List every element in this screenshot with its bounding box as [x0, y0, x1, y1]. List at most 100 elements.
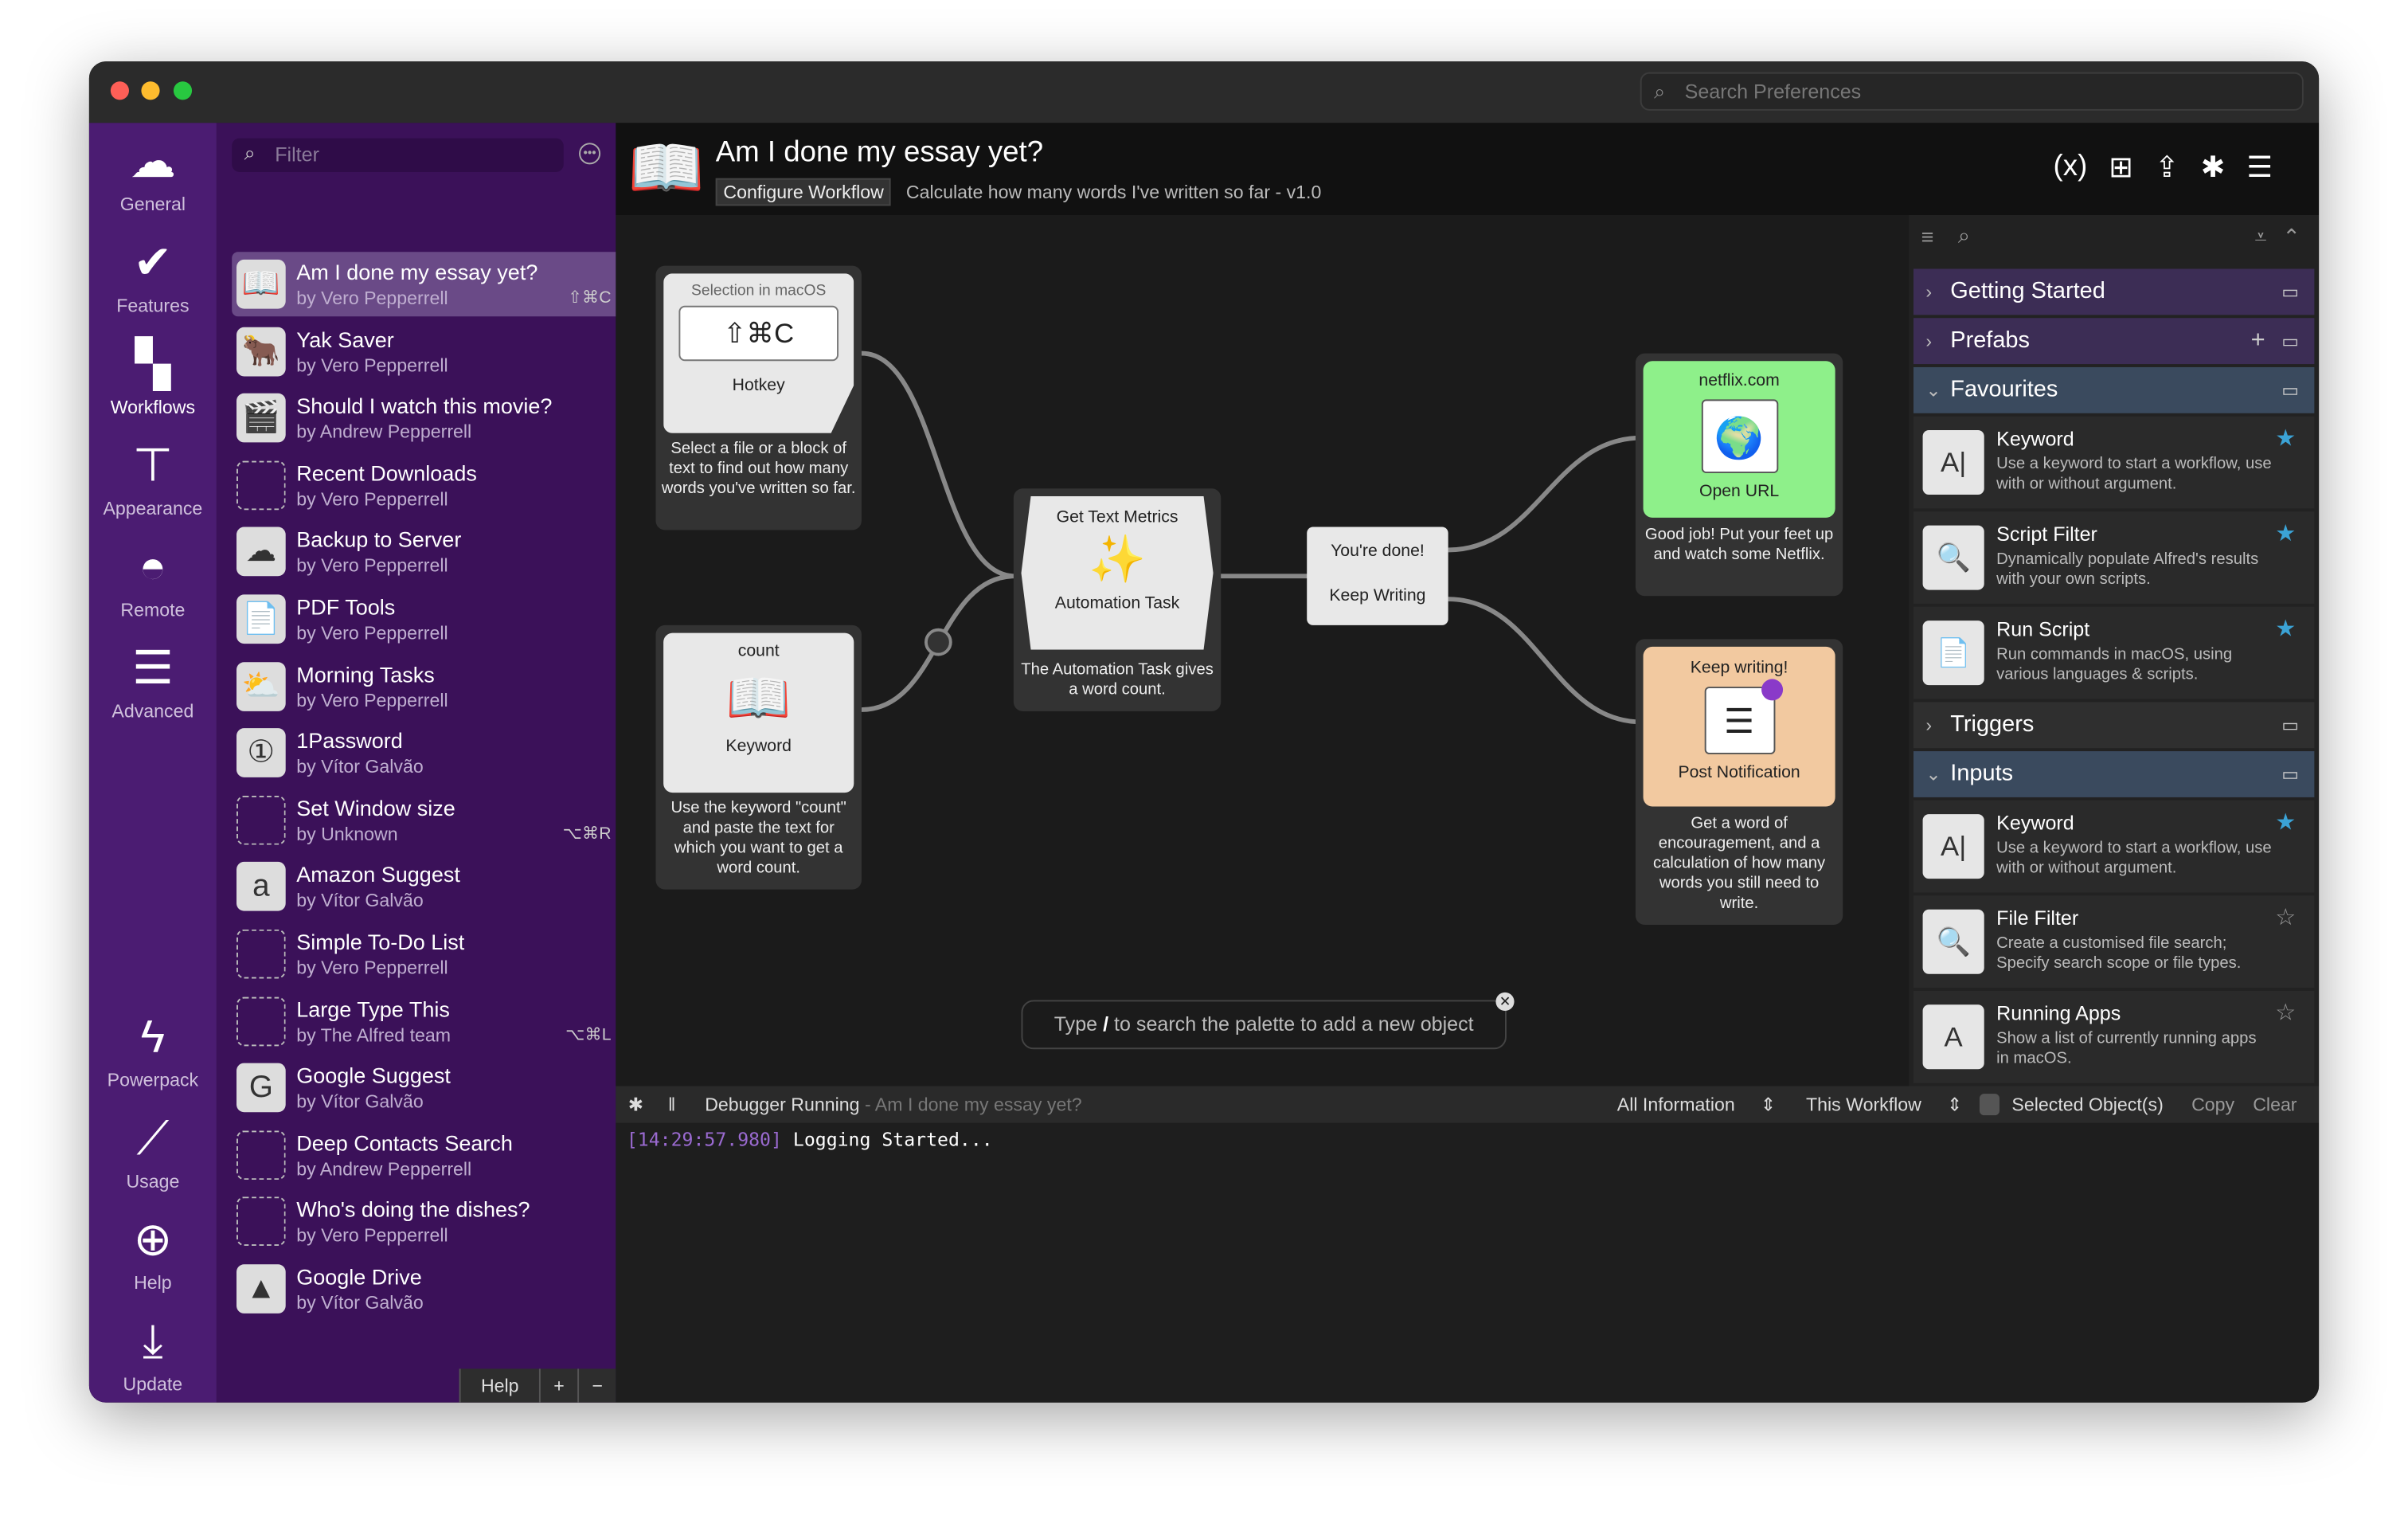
- hint-text: to search the palette to add a new objec…: [1108, 1012, 1474, 1036]
- nav-remote[interactable]: ◓ Remote: [89, 538, 217, 621]
- workflow-author: by Andrew Pepperrell: [296, 421, 472, 443]
- collapse-icon[interactable]: ▭: [2281, 367, 2299, 413]
- workflow-list-item[interactable]: G Google Suggest by Vítor Galvão: [232, 1055, 616, 1120]
- post-notification-node[interactable]: Keep writing! ☰ Post Notification Get a …: [1635, 639, 1843, 925]
- close-hint-icon[interactable]: ✕: [1495, 992, 1515, 1011]
- workflow-list-item[interactable]: Set Window size by Unknown ⌥⌘R: [232, 788, 616, 852]
- nav-appearance[interactable]: ⊤ Appearance: [89, 437, 217, 519]
- star-icon[interactable]: ★: [2275, 424, 2296, 452]
- star-icon[interactable]: ★: [2275, 808, 2296, 836]
- clear-button[interactable]: Clear: [2253, 1094, 2297, 1115]
- workflow-list-item[interactable]: ▲ Google Drive by Vítor Galvão: [232, 1257, 616, 1321]
- conditional-node[interactable]: You're done! Keep Writing: [1307, 527, 1448, 625]
- palette-section-prefabs[interactable]: › Prefabs + ▭: [1913, 318, 2315, 365]
- workflow-list-item[interactable]: Recent Downloads by Vero Pepperrell: [232, 453, 616, 518]
- workflow-list-item[interactable]: Simple To-Do List by Vero Pepperrell: [232, 922, 616, 986]
- more-options-icon[interactable]: •••: [579, 143, 601, 165]
- select-value: All Information: [1616, 1094, 1735, 1116]
- collapse-icon[interactable]: ▭: [2281, 751, 2299, 797]
- palette-item[interactable]: 🔍 Script Filter Dynamically populate Alf…: [1913, 511, 2315, 604]
- workflow-list-item[interactable]: 📖 Am I done my essay yet? by Vero Pepper…: [232, 252, 616, 317]
- nav-workflows[interactable]: ▚ Workflows: [89, 335, 217, 417]
- help-button[interactable]: Help: [459, 1368, 539, 1403]
- add-icon[interactable]: +: [2251, 318, 2265, 364]
- palette-section-triggers[interactable]: › Triggers ▭: [1913, 702, 2315, 749]
- collapse-all-icon[interactable]: ⩡: [2254, 225, 2266, 251]
- add-object-icon[interactable]: ⊞: [2109, 151, 2133, 186]
- star-icon[interactable]: ☆: [2275, 903, 2296, 931]
- star-icon[interactable]: ★: [2275, 614, 2296, 642]
- nav-features[interactable]: ✔ Features: [89, 233, 217, 316]
- filter-input[interactable]: ⌕ Filter: [232, 138, 564, 172]
- add-workflow-button[interactable]: +: [538, 1368, 578, 1403]
- workflow-list-item[interactable]: a Amazon Suggest by Vítor Galvão: [232, 855, 616, 919]
- palette-section-inputs[interactable]: ⌄ Inputs ▭: [1913, 751, 2315, 797]
- star-icon[interactable]: ★: [2275, 519, 2296, 547]
- collapse-icon[interactable]: ▭: [2281, 318, 2299, 364]
- palette-section-favourites[interactable]: ⌄ Favourites ▭: [1913, 366, 2315, 413]
- debug-bug-icon[interactable]: ✱: [2201, 151, 2226, 186]
- workflow-list-item[interactable]: 📄 PDF Tools by Vero Pepperrell: [232, 587, 616, 652]
- hotkey-node[interactable]: Selection in macOS ⇧⌘C Hotkey Select a f…: [655, 265, 862, 531]
- collapse-icon[interactable]: ▭: [2281, 268, 2299, 315]
- chevron-right-icon: ›: [1925, 330, 1933, 352]
- scope-filter-select[interactable]: This Workflow ⇕: [1806, 1094, 1962, 1115]
- pause-icon[interactable]: ‖: [668, 1094, 676, 1115]
- automation-task-node[interactable]: Get Text Metrics ✨ Automation Task The A…: [1013, 488, 1222, 711]
- close-button[interactable]: [110, 81, 129, 100]
- chevron-up-icon[interactable]: ⌃: [2282, 225, 2300, 251]
- palette-item[interactable]: A| Keyword Use a keyword to start a work…: [1913, 800, 2315, 893]
- palette-item[interactable]: A Running Apps Show a list of currently …: [1913, 990, 2315, 1083]
- palette-item[interactable]: 🔍 File Filter Create a customised file s…: [1913, 895, 2315, 989]
- copy-button[interactable]: Copy: [2191, 1094, 2234, 1115]
- keyword-node[interactable]: count 📖 Keyword Use the keyword "count" …: [655, 624, 862, 890]
- run-script-icon: 📄: [1922, 621, 1984, 686]
- list-icon[interactable]: ≡: [1921, 225, 1934, 249]
- workflow-list-item[interactable]: 🐂 Yak Saver by Vero Pepperrell: [232, 319, 616, 383]
- palette-search-hint[interactable]: Type / to search the palette to add a ne…: [1021, 992, 1515, 1050]
- workflow-list-item[interactable]: ① 1Password by Vítor Galvão: [232, 721, 616, 785]
- workflow-list-item[interactable]: ⛅ Morning Tasks by Vero Pepperrell: [232, 654, 616, 718]
- magic-wand-icon: ✨: [1088, 534, 1147, 585]
- workflow-list-item[interactable]: 🎬 Should I watch this movie? by Andrew P…: [232, 386, 616, 450]
- search-preferences-input[interactable]: ⌕ Search Preferences: [1640, 72, 2304, 111]
- workflow-title: PDF Tools: [296, 594, 396, 620]
- log-message: Logging Started...: [792, 1129, 993, 1151]
- remote-icon: ◓: [139, 542, 167, 593]
- search-placeholder: Search Preferences: [1684, 80, 1862, 104]
- nav-powerpack[interactable]: ϟ Powerpack: [89, 1008, 217, 1090]
- remove-workflow-button[interactable]: −: [577, 1368, 616, 1403]
- workflow-author: by Vero Pepperrell: [296, 689, 448, 711]
- bug-icon[interactable]: ✱: [628, 1094, 643, 1115]
- nav-general[interactable]: ☁ General: [89, 132, 217, 215]
- collapse-icon[interactable]: ▭: [2281, 702, 2299, 748]
- nav-usage[interactable]: ⟋ Usage: [89, 1109, 217, 1192]
- workflow-list-item[interactable]: ☁ Backup to Server by Vero Pepperrell: [232, 520, 616, 585]
- workflow-title: Who's doing the dishes?: [296, 1197, 530, 1222]
- open-url-node[interactable]: netflix.com 🌍 Open URL Good job! Put you…: [1635, 353, 1843, 597]
- share-icon[interactable]: ⇪: [2155, 151, 2179, 186]
- workflow-list-item[interactable]: Large Type This by The Alfred team ⌥⌘L: [232, 989, 616, 1053]
- nav-update[interactable]: ⤓ Update: [89, 1312, 217, 1395]
- menu-icon[interactable]: ☰: [2246, 151, 2273, 186]
- info-filter-select[interactable]: All Information ⇕: [1617, 1094, 1776, 1115]
- workflow-list-item[interactable]: Deep Contacts Search by Andrew Pepperrel…: [232, 1122, 616, 1187]
- node-top-label: Keep writing!: [1690, 659, 1788, 678]
- configure-workflow-button[interactable]: Configure Workflow: [715, 178, 892, 206]
- workflow-list-item[interactable]: Who's doing the dishes? by Vero Pepperre…: [232, 1189, 616, 1254]
- selected-objects-checkbox[interactable]: [1979, 1094, 2000, 1116]
- alfred-preferences-window: ⌕ Search Preferences ☁ General ✔ Features ▚…: [88, 61, 2320, 1403]
- search-icon[interactable]: ⌕: [1958, 223, 1970, 249]
- palette-item[interactable]: A| Keyword Use a keyword to start a work…: [1913, 416, 2315, 509]
- zoom-button[interactable]: [173, 81, 193, 100]
- sliders-icon: ☰: [131, 644, 174, 695]
- palette-item[interactable]: 📄 Run Script Run commands in macOS, usin…: [1913, 606, 2315, 699]
- minimize-button[interactable]: [141, 81, 160, 100]
- node-label: Post Notification: [1678, 763, 1800, 782]
- variables-icon[interactable]: (x): [2054, 151, 2088, 186]
- nav-help[interactable]: ⊕ Help: [89, 1211, 217, 1293]
- palette-section-getting-started[interactable]: › Getting Started ▭: [1913, 268, 2315, 315]
- nav-advanced[interactable]: ☰ Advanced: [89, 639, 217, 722]
- star-icon[interactable]: ☆: [2275, 999, 2296, 1026]
- workflow-canvas[interactable]: Selection in macOS ⇧⌘C Hotkey Select a f…: [616, 214, 1910, 1086]
